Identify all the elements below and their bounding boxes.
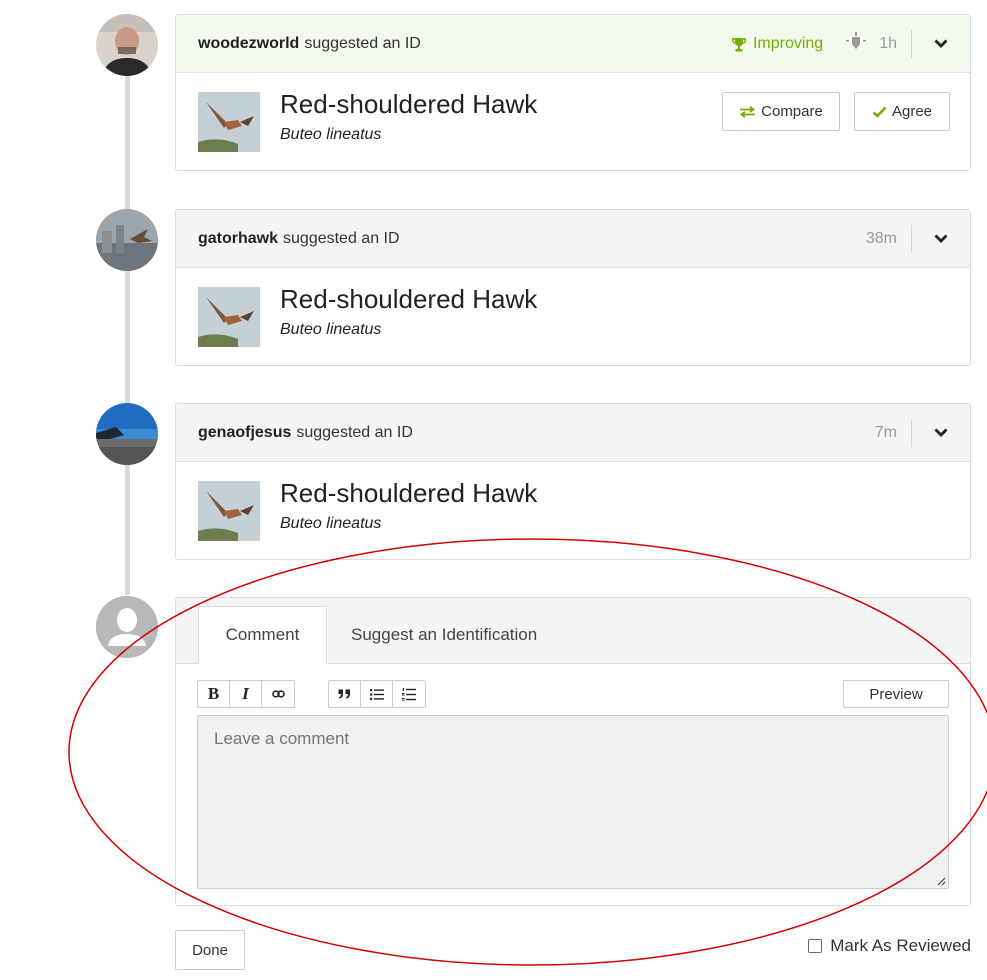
checkmark-icon (872, 106, 887, 118)
identification-card: genaofjesus suggested an ID 7m Red-shoul… (175, 403, 971, 560)
tab-comment[interactable]: Comment (198, 606, 327, 664)
identification-body: Red-shouldered Hawk Buteo lineatus (176, 462, 970, 559)
identification-header: gatorhawk suggested an ID 38m (176, 210, 970, 268)
leading-id-icon (845, 31, 867, 57)
avatar-woodezworld[interactable] (96, 14, 158, 76)
scientific-name[interactable]: Buteo lineatus (280, 321, 381, 339)
action-text: suggested an ID (296, 423, 413, 441)
scientific-name[interactable]: Buteo lineatus (280, 515, 381, 533)
taxon-photo[interactable] (198, 481, 260, 541)
username-link[interactable]: woodezworld (198, 35, 299, 53)
mark-as-reviewed[interactable]: Mark As Reviewed (808, 936, 971, 956)
numbered-list-button[interactable] (393, 681, 425, 707)
bold-button[interactable]: B (198, 681, 230, 707)
common-name[interactable]: Red-shouldered Hawk (280, 89, 537, 120)
preview-button[interactable]: Preview (843, 680, 949, 708)
link-icon (271, 690, 285, 698)
identification-header: woodezworld suggested an ID Improving 1h (176, 15, 970, 73)
avatar-genaofjesus[interactable] (96, 403, 158, 465)
italic-button[interactable]: I (230, 681, 262, 707)
mark-reviewed-checkbox[interactable] (808, 939, 823, 953)
taxon-photo[interactable] (198, 92, 260, 152)
bullet-list-button[interactable] (361, 681, 393, 707)
exchange-icon (740, 105, 756, 118)
common-name[interactable]: Red-shouldered Hawk (280, 284, 537, 315)
chevron-down-icon[interactable] (912, 210, 970, 268)
done-button[interactable]: Done (175, 930, 245, 970)
trophy-icon (731, 37, 746, 51)
comment-panel: B I Preview Leave a comment (176, 663, 970, 905)
quote-button[interactable] (329, 681, 361, 707)
quote-icon (338, 689, 350, 699)
avatar-gatorhawk[interactable] (96, 209, 158, 271)
composer-tabs: Comment Suggest an Identification (176, 598, 970, 664)
format-toolbar-text: B I (197, 680, 295, 708)
tab-suggest-identification[interactable]: Suggest an Identification (351, 606, 537, 664)
improving-badge: Improving (731, 35, 823, 53)
identification-body: Red-shouldered Hawk Buteo lineatus Compa… (176, 73, 970, 170)
scientific-name[interactable]: Buteo lineatus (280, 126, 381, 144)
identification-card: woodezworld suggested an ID Improving 1h… (175, 14, 971, 171)
identification-body: Red-shouldered Hawk Buteo lineatus (176, 268, 970, 365)
action-text: suggested an ID (283, 229, 400, 247)
action-text: suggested an ID (304, 34, 421, 52)
chevron-down-icon[interactable] (912, 15, 970, 73)
resize-handle-icon[interactable] (936, 876, 946, 886)
timestamp: 1h (879, 35, 897, 52)
format-toolbar-block (328, 680, 426, 708)
username-link[interactable]: gatorhawk (198, 230, 278, 248)
identification-card: gatorhawk suggested an ID 38m Red-should… (175, 209, 971, 366)
timestamp: 38m (865, 230, 897, 247)
timestamp: 7m (874, 424, 897, 441)
taxon-photo[interactable] (198, 287, 260, 347)
common-name[interactable]: Red-shouldered Hawk (280, 478, 537, 509)
link-button[interactable] (262, 681, 294, 707)
compare-button[interactable]: Compare (722, 92, 840, 131)
comment-textarea[interactable] (197, 715, 949, 889)
comment-composer: Comment Suggest an Identification B I Pr… (175, 597, 971, 906)
chevron-down-icon[interactable] (912, 404, 970, 462)
mark-reviewed-label: Mark As Reviewed (830, 936, 971, 955)
timeline-line (125, 60, 130, 595)
avatar-current-user (96, 596, 158, 658)
identification-header: genaofjesus suggested an ID 7m (176, 404, 970, 462)
bullet-list-icon (369, 688, 384, 700)
username-link[interactable]: genaofjesus (198, 424, 291, 442)
agree-button[interactable]: Agree (854, 92, 950, 131)
numbered-list-icon (402, 687, 416, 701)
